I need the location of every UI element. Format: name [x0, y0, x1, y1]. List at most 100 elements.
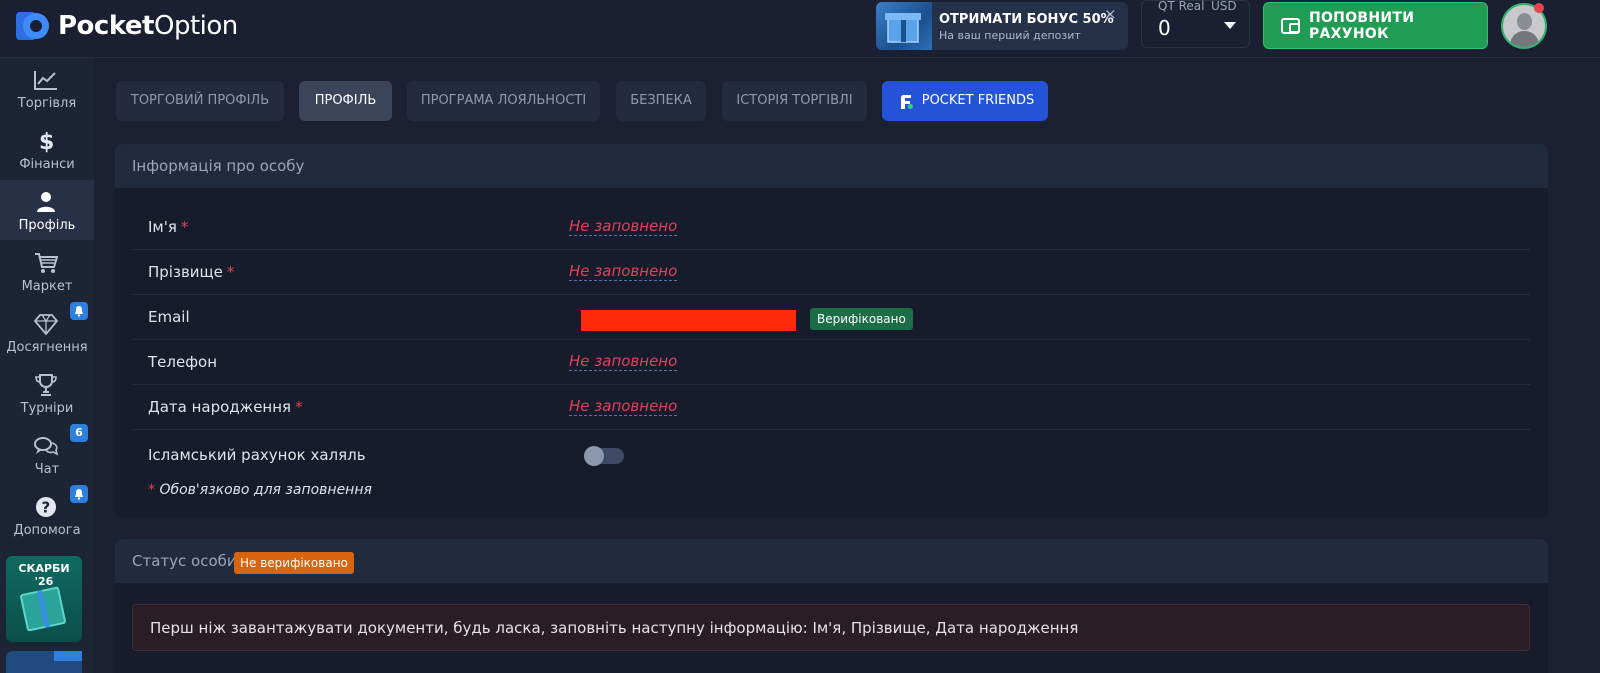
tab-trading-profile[interactable]: ТОРГОВИЙ ПРОФІЛЬ [116, 81, 284, 121]
notification-dot [1534, 3, 1544, 13]
first-name-value[interactable]: Не заповнено [569, 218, 678, 236]
toggle-knob [584, 446, 604, 466]
user-icon [33, 190, 59, 214]
chat-icon [33, 434, 59, 458]
field-label: Email [148, 308, 190, 326]
field-label-text: Дата народження [148, 398, 292, 416]
brand-logo[interactable]: PocketOption [14, 8, 238, 44]
sidebar-item-chat[interactable]: Чат 6 [0, 424, 94, 484]
phone-value[interactable]: Не заповнено [569, 353, 678, 371]
brand-name-light: Option [154, 11, 238, 41]
birth-date-value[interactable]: Не заповнено [569, 398, 678, 416]
field-row-islamic-account: Ісламський рахунок халяль [133, 433, 1530, 478]
field-row-birth-date: Дата народження * Не заповнено [133, 385, 1530, 430]
alert-text: Перш ніж завантажувати документи, будь л… [150, 619, 1079, 637]
logo-icon [14, 8, 52, 44]
gift-box-icon [19, 586, 67, 632]
sidebar-item-label: Чат [34, 462, 60, 477]
bonus-banner[interactable]: ОТРИМАТИ БОНУС 50% На ваш перший депозит… [876, 2, 1128, 50]
sidebar-item-label: Маркет [21, 279, 73, 294]
dollar-icon: $ [33, 129, 59, 153]
last-name-value[interactable]: Не заповнено [569, 263, 678, 281]
avatar-head [1517, 13, 1532, 30]
field-label-text: Email [148, 308, 190, 326]
wallet-icon [1281, 17, 1300, 34]
bell-icon [70, 302, 88, 320]
field-label-text: Ім'я [148, 218, 177, 236]
field-label-text: Ісламський рахунок халяль [148, 446, 366, 464]
svg-text:$: $ [39, 130, 54, 153]
field-label: Ісламський рахунок халяль [148, 446, 366, 464]
bonus-close-button[interactable]: × [1104, 7, 1117, 22]
promo-card-secondary[interactable] [6, 651, 82, 673]
required-note: * Обов'язково для заповнення [148, 482, 372, 498]
tab-trading-history[interactable]: ІСТОРІЯ ТОРГІВЛІ [722, 81, 867, 121]
sidebar-item-help[interactable]: ? Допомога [0, 485, 94, 545]
required-mark: * [180, 218, 189, 236]
promo-badge [54, 651, 82, 661]
islamic-account-toggle[interactable] [584, 446, 624, 466]
sidebar-item-label: Торгівля [17, 96, 77, 111]
required-mark: * [226, 263, 235, 281]
field-label-text: Телефон [148, 353, 218, 371]
sidebar-item-market[interactable]: Маркет [0, 241, 94, 301]
account-selector[interactable]: QT Real USD 0 [1141, 0, 1250, 48]
sidebar-item-tournaments[interactable]: Турніри [0, 363, 94, 423]
sidebar-item-label: Турніри [20, 401, 74, 416]
required-mark: * [295, 398, 303, 416]
field-label-text: Прізвище [148, 263, 223, 281]
chat-count-badge: 6 [70, 424, 88, 442]
panel-title: Інформація про особу [132, 157, 305, 175]
promo-treasures-card[interactable]: СКАРБИ '26 [6, 556, 82, 642]
account-type: QT Real [1158, 0, 1205, 13]
tab-profile[interactable]: ПРОФІЛЬ [299, 81, 392, 121]
sidebar-item-label: Профіль [18, 218, 76, 233]
sidebar-item-finance[interactable]: $ Фінанси [0, 119, 94, 179]
required-mark: * [148, 482, 155, 498]
sidebar: Торгівля $ Фінанси Профіль Маркет Досягн… [0, 58, 94, 673]
identity-status-panel: Статус особи Не верифіковано Перш ніж за… [115, 539, 1548, 673]
panel-header: Статус особи Не верифіковано [115, 539, 1548, 583]
gift-box-icon [876, 2, 932, 50]
account-balance: 0 [1158, 16, 1171, 40]
field-row-last-name: Прізвище * Не заповнено [133, 250, 1530, 295]
sidebar-item-profile[interactable]: Профіль [0, 180, 94, 240]
diamond-icon [33, 312, 59, 336]
field-label: Телефон [148, 353, 217, 371]
tab-security[interactable]: БЕЗПЕКА [616, 81, 706, 121]
personal-info-panel: Інформація про особу Ім'я * Не заповнено … [115, 144, 1548, 517]
top-header: PocketOption ОТРИМАТИ БОНУС 50% На ваш п… [0, 0, 1600, 58]
verified-badge: Верифіковано [810, 308, 913, 330]
field-row-phone: Телефон Не заповнено [133, 340, 1530, 385]
account-currency: USD [1211, 0, 1237, 13]
tab-loyalty-program[interactable]: ПРОГРАМА ЛОЯЛЬНОСТІ [407, 81, 600, 121]
field-label: Ім'я * [148, 218, 188, 236]
field-row-first-name: Ім'я * Не заповнено [133, 205, 1530, 250]
email-redacted [581, 310, 796, 331]
panel-title: Статус особи [132, 552, 237, 570]
status-badge: Не верифіковано [234, 552, 354, 574]
top-up-button[interactable]: ПОПОВНИТИ РАХУНОК [1263, 2, 1488, 49]
required-note-text: Обов'язково для заповнення [159, 482, 372, 498]
brand-name-bold: Pocket [58, 11, 155, 41]
info-alert: Перш ніж завантажувати документи, будь л… [132, 604, 1530, 651]
caret-down-icon [1224, 22, 1236, 29]
chart-line-icon [33, 68, 59, 92]
tab-pocket-friends[interactable]: POCKET FRIENDS [882, 81, 1048, 121]
bonus-subtitle: На ваш перший депозит [939, 29, 1081, 42]
panel-header: Інформація про особу [115, 144, 1548, 188]
field-label: Дата народження * [148, 398, 303, 416]
sidebar-item-label: Допомога [13, 523, 81, 538]
field-row-email: Email Верифіковано [133, 295, 1530, 340]
sidebar-item-label: Досягнення [6, 340, 88, 355]
trophy-icon [33, 373, 59, 397]
promo-title: СКАРБИ '26 [18, 562, 70, 588]
top-up-label: ПОПОВНИТИ РАХУНОК [1308, 9, 1415, 42]
brand-name: PocketOption [58, 11, 238, 41]
sidebar-item-trading[interactable]: Торгівля [0, 58, 94, 118]
sidebar-item-achievements[interactable]: Досягнення [0, 302, 94, 362]
sidebar-item-label: Фінанси [19, 157, 75, 172]
bell-icon [70, 485, 88, 503]
help-icon: ? [33, 495, 59, 519]
field-label: Прізвище * [148, 263, 234, 281]
